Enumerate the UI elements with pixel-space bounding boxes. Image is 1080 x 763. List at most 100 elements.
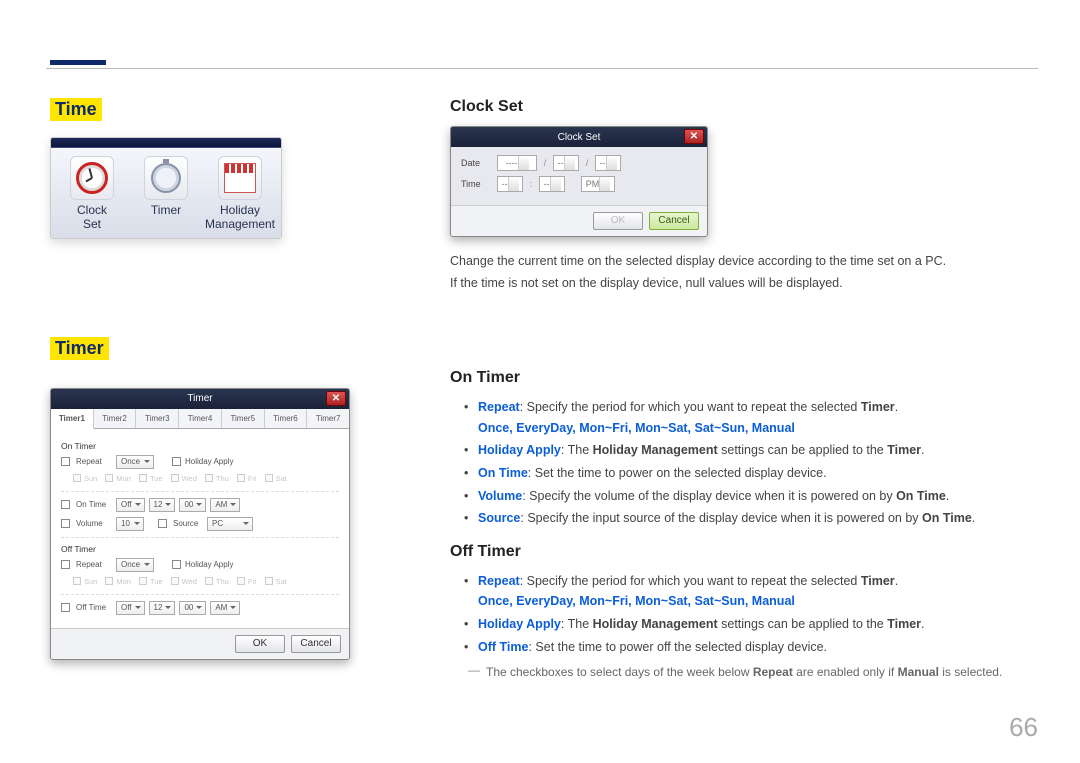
close-icon[interactable]: ✕ bbox=[684, 129, 704, 144]
day-checkbox[interactable] bbox=[73, 474, 81, 482]
tab-timer5[interactable]: Timer5 bbox=[222, 409, 265, 428]
keyword-source: Source bbox=[478, 511, 520, 525]
date-day-spinner[interactable]: -- bbox=[595, 155, 621, 171]
clock-icon bbox=[70, 156, 114, 200]
day-label: Sun bbox=[84, 474, 97, 483]
off-time-checkbox[interactable] bbox=[61, 603, 70, 612]
tab-timer3[interactable]: Timer3 bbox=[136, 409, 179, 428]
off-time-ampm-select[interactable]: AM bbox=[210, 601, 240, 615]
day-checkbox[interactable] bbox=[205, 474, 213, 482]
off-time-min-select[interactable]: 00 bbox=[179, 601, 206, 615]
day-checkbox[interactable] bbox=[237, 474, 245, 482]
time-card-item-clock-set[interactable]: Clock Set bbox=[55, 154, 129, 234]
off-holiday-apply-label: Holiday Apply bbox=[185, 560, 233, 569]
list-item: Volume: Specify the volume of the displa… bbox=[450, 486, 1038, 507]
day-checkbox[interactable] bbox=[205, 577, 213, 585]
tab-timer1[interactable]: Timer1 bbox=[51, 409, 94, 429]
day-label: Mon bbox=[116, 474, 131, 483]
keyword-off-time: Off Time bbox=[478, 640, 528, 654]
on-time-hour-select[interactable]: 12 bbox=[149, 498, 176, 512]
page-number: 66 bbox=[1009, 712, 1038, 743]
time-hour-spinner[interactable]: -- bbox=[497, 176, 523, 192]
time-card-label: Timer bbox=[129, 204, 203, 218]
close-icon[interactable]: ✕ bbox=[326, 391, 346, 406]
time-card-label: Clock Set bbox=[55, 204, 129, 232]
day-checkbox[interactable] bbox=[139, 577, 147, 585]
dialog-titlebar[interactable]: Clock Set ✕ bbox=[451, 127, 707, 147]
keyword-holiday-apply: Holiday Apply bbox=[478, 443, 561, 457]
day-label: Sat bbox=[276, 577, 287, 586]
day-checkbox[interactable] bbox=[171, 474, 179, 482]
page-rule bbox=[46, 68, 1038, 69]
time-card-item-holiday[interactable]: Holiday Management bbox=[203, 154, 277, 234]
list-item: Holiday Apply: The Holiday Management se… bbox=[450, 614, 1038, 635]
day-checkbox[interactable] bbox=[139, 474, 147, 482]
cancel-button[interactable]: Cancel bbox=[649, 212, 699, 230]
time-min-spinner[interactable]: -- bbox=[539, 176, 565, 192]
dialog-titlebar[interactable]: Timer ✕ bbox=[51, 389, 349, 409]
clock-set-description: Change the current time on the selected … bbox=[450, 251, 1038, 293]
tab-timer6[interactable]: Timer6 bbox=[265, 409, 308, 428]
day-checkbox[interactable] bbox=[105, 474, 113, 482]
keyword-options: Once, EveryDay, Mon~Fri, Mon~Sat, Sat~Su… bbox=[478, 594, 795, 608]
time-ampm-spinner[interactable]: PM bbox=[581, 176, 615, 192]
on-time-ampm-select[interactable]: AM bbox=[210, 498, 240, 512]
on-timer-list: Repeat: Specify the period for which you… bbox=[450, 397, 1038, 529]
date-label: Date bbox=[461, 158, 493, 168]
holiday-apply-checkbox[interactable] bbox=[172, 457, 181, 466]
day-checkbox[interactable] bbox=[265, 474, 273, 482]
keyword-options: Once, EveryDay, Mon~Fri, Mon~Sat, Sat~Su… bbox=[478, 421, 795, 435]
off-time-enabled-select[interactable]: Off bbox=[116, 601, 145, 615]
volume-select[interactable]: 10 bbox=[116, 517, 144, 531]
volume-checkbox[interactable] bbox=[61, 519, 70, 528]
repeat-checkbox[interactable] bbox=[61, 457, 70, 466]
day-label: Fri bbox=[248, 577, 257, 586]
day-checkbox[interactable] bbox=[265, 577, 273, 585]
day-checkbox[interactable] bbox=[237, 577, 245, 585]
time-card-titlebar bbox=[51, 138, 281, 148]
tab-timer4[interactable]: Timer4 bbox=[179, 409, 222, 428]
source-select[interactable]: PC bbox=[207, 517, 253, 531]
off-repeat-select[interactable]: Once bbox=[116, 558, 154, 572]
off-timer-list: Repeat: Specify the period for which you… bbox=[450, 571, 1038, 658]
timer-dialog: Timer ✕ Timer1 Timer2 Timer3 Timer4 Time… bbox=[50, 388, 350, 660]
tab-timer7[interactable]: Timer7 bbox=[307, 409, 349, 428]
list-item: Repeat: Specify the period for which you… bbox=[450, 397, 1038, 438]
off-repeat-checkbox[interactable] bbox=[61, 560, 70, 569]
off-time-hour-select[interactable]: 12 bbox=[149, 601, 176, 615]
day-checkbox[interactable] bbox=[73, 577, 81, 585]
dialog-title-text: Clock Set bbox=[558, 132, 601, 143]
on-time-enabled-select[interactable]: Off bbox=[116, 498, 145, 512]
clock-set-dialog: Clock Set ✕ Date ---- / -- / -- Time -- … bbox=[450, 126, 708, 237]
tab-timer2[interactable]: Timer2 bbox=[94, 409, 137, 428]
keyword-on-time: On Time bbox=[478, 466, 528, 480]
on-timer-days: Sun Mon Tue Wed Thu Fri Sat bbox=[73, 474, 339, 483]
off-repeat-label: Repeat bbox=[74, 560, 112, 569]
timer-tabs: Timer1 Timer2 Timer3 Timer4 Timer5 Timer… bbox=[51, 409, 349, 429]
ok-button[interactable]: OK bbox=[235, 635, 285, 653]
off-timer-section-label: Off Timer bbox=[61, 544, 339, 554]
repeat-select[interactable]: Once bbox=[116, 455, 154, 469]
day-checkbox[interactable] bbox=[171, 577, 179, 585]
calendar-icon bbox=[218, 156, 262, 200]
time-card-item-timer[interactable]: Timer bbox=[129, 154, 203, 234]
ok-button[interactable]: OK bbox=[593, 212, 643, 230]
off-timer-days: Sun Mon Tue Wed Thu Fri Sat bbox=[73, 577, 339, 586]
volume-label: Volume bbox=[74, 519, 112, 528]
date-separator: / bbox=[541, 158, 549, 168]
day-checkbox[interactable] bbox=[105, 577, 113, 585]
off-holiday-apply-checkbox[interactable] bbox=[172, 560, 181, 569]
cancel-button[interactable]: Cancel bbox=[291, 635, 341, 653]
on-time-min-select[interactable]: 00 bbox=[179, 498, 206, 512]
on-time-checkbox[interactable] bbox=[61, 500, 70, 509]
day-label: Sun bbox=[84, 577, 97, 586]
section-heading-time: Time bbox=[50, 98, 102, 121]
day-label: Wed bbox=[182, 577, 197, 586]
heading-on-timer: On Timer bbox=[450, 369, 1038, 387]
date-month-spinner[interactable]: -- bbox=[553, 155, 579, 171]
on-timer-section-label: On Timer bbox=[61, 441, 339, 451]
date-year-spinner[interactable]: ---- bbox=[497, 155, 537, 171]
source-checkbox[interactable] bbox=[158, 519, 167, 528]
time-label: Time bbox=[461, 179, 493, 189]
day-label: Wed bbox=[182, 474, 197, 483]
